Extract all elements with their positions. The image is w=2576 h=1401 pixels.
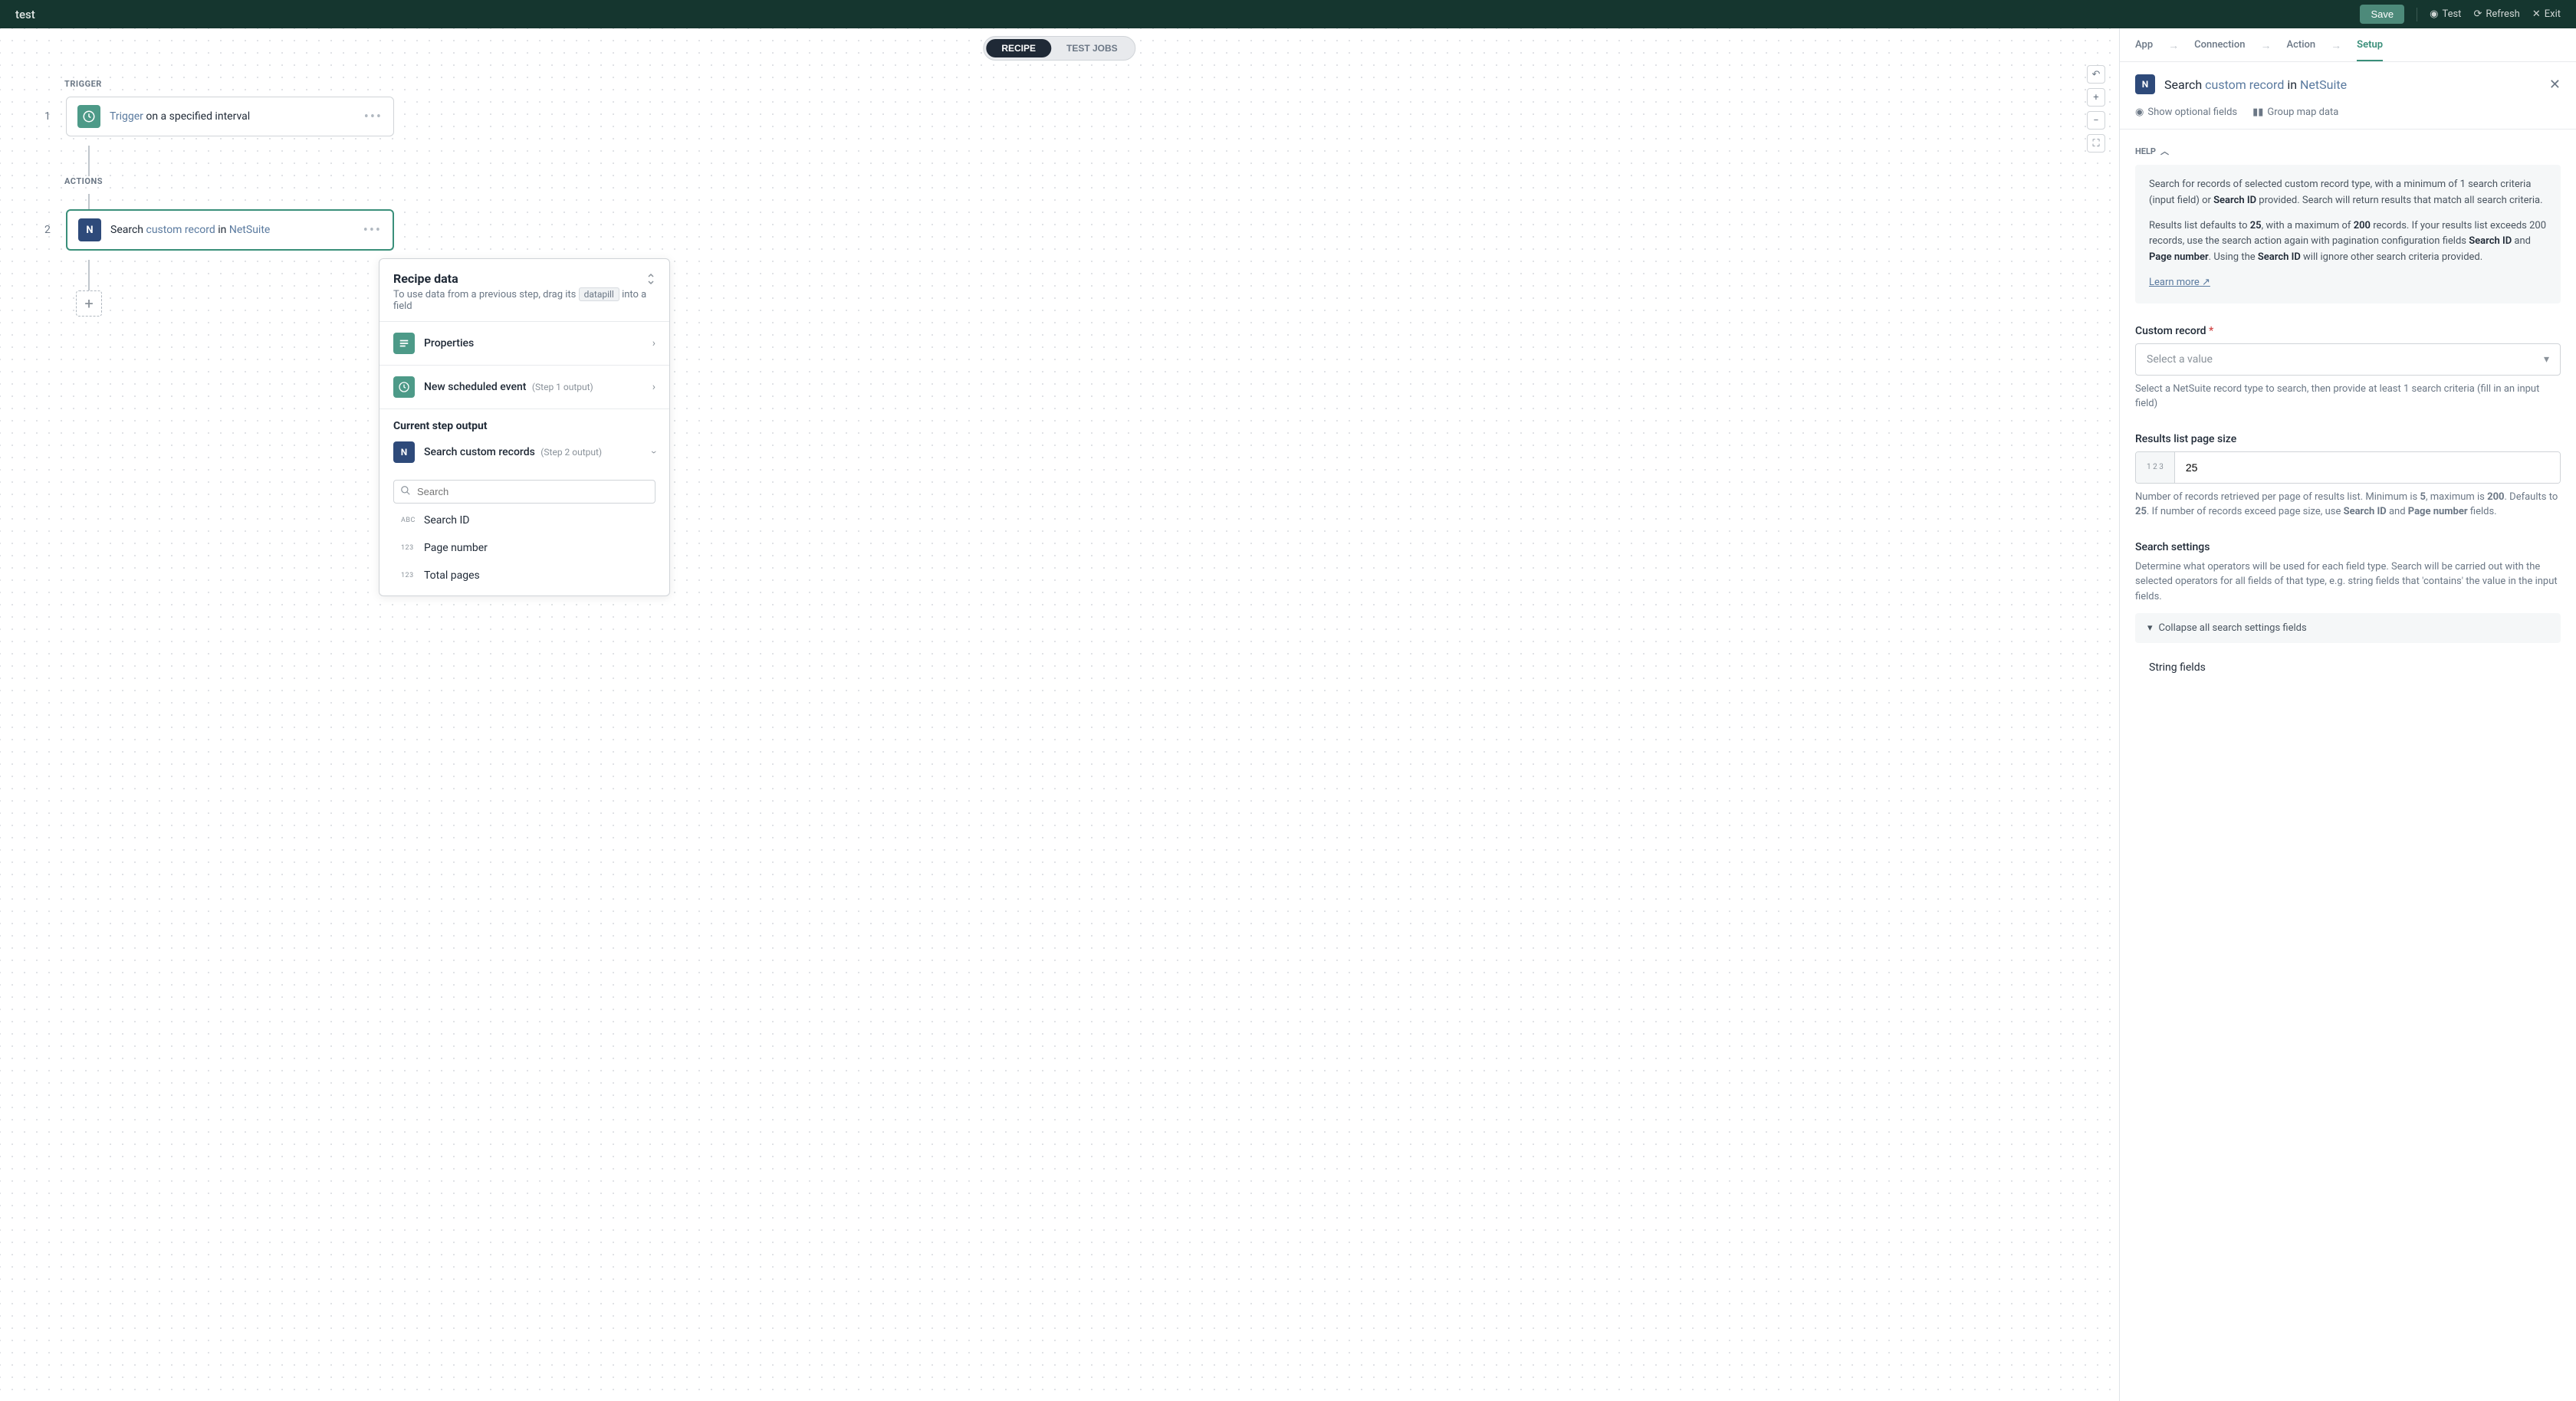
chevron-up-icon: ︿ [2160,145,2169,157]
trigger-label: TRIGGER [64,79,394,89]
tab-app[interactable]: App [2135,39,2153,61]
custom-record-select[interactable]: Select a value ▾ [2135,343,2561,376]
field-hint: Select a NetSuite record type to search,… [2135,382,2561,412]
type-badge: 123 [401,544,416,552]
refresh-icon: ⟳ [2473,8,2482,20]
undo-button[interactable]: ↶ [2087,65,2105,84]
field-hint: Determine what operators will be used fo… [2135,559,2561,605]
close-icon: ✕ [2532,8,2541,20]
step-number: 1 [44,110,51,123]
refresh-button[interactable]: ⟳ Refresh [2473,8,2519,20]
data-panel-sub: To use data from a previous step, drag i… [393,289,656,312]
properties-icon [393,333,415,354]
tab-test-jobs[interactable]: TEST JOBS [1051,39,1133,57]
search-icon [400,485,411,496]
datapill-label: datapill [579,287,619,301]
field-label: Custom record * [2135,325,2561,337]
test-button[interactable]: ◉ Test [2430,8,2461,20]
connector [88,194,90,209]
arrow-icon: → [2168,39,2179,61]
chevron-down-icon: ▾ [2147,622,2153,634]
eye-icon: ◉ [2135,107,2144,118]
help-text: Search for records of selected custom re… [2135,165,2561,303]
data-search-input[interactable] [393,480,656,504]
action-title: Search custom record in NetSuite [2164,77,2347,92]
clock-icon [77,105,100,128]
step-text: Trigger on a specified interval [110,110,355,123]
netsuite-icon: N [78,218,101,241]
field-hint: Number of records retrieved per page of … [2135,490,2561,520]
tab-action[interactable]: Action [2286,39,2315,61]
data-panel-title: Recipe data [393,271,656,286]
type-badge: 123 [401,572,416,579]
fit-button[interactable]: ⛶ [2087,134,2105,153]
field-label: Search settings [2135,541,2561,553]
chevron-down-icon: › [648,451,660,454]
datapill-search-id[interactable]: ABC Search ID [380,507,669,534]
field-label: Results list page size [2135,433,2561,445]
data-source-current[interactable]: N Search custom records (Step 2 output) … [380,438,669,474]
step-menu-icon[interactable]: ••• [363,222,382,238]
clock-icon [393,376,415,398]
group-map-button[interactable]: ▮▮ Group map data [2252,107,2338,118]
show-optional-button[interactable]: ◉ Show optional fields [2135,107,2237,118]
current-step-heading: Current step output [380,409,669,438]
recipe-data-panel: Recipe data To use data from a previous … [379,258,670,596]
view-tabs: RECIPE TEST JOBS [983,36,1135,61]
chevron-down-icon: ▾ [2544,353,2549,366]
collapse-search-settings[interactable]: ▾ Collapse all search settings fields [2135,613,2561,643]
type-badge: ABC [401,517,416,524]
datapill-page-number[interactable]: 123 Page number [380,534,669,562]
step-text: Search custom record in NetSuite [110,224,354,236]
tab-setup[interactable]: Setup [2357,39,2383,61]
number-badge: 1 2 3 [2136,452,2175,483]
collapse-icon[interactable] [646,273,656,285]
help-toggle[interactable]: HELP ︿ [2135,130,2561,165]
page-size-input[interactable] [2175,452,2560,483]
actions-label: ACTIONS [64,176,394,186]
connector [88,260,90,290]
data-item-label: Search custom records (Step 2 output) [424,446,602,458]
chevron-right-icon: › [652,337,656,349]
data-search [393,480,656,504]
zoom-in-button[interactable]: + [2087,88,2105,107]
datapill-total-pages[interactable]: 123 Total pages [380,562,669,596]
recipe-canvas[interactable]: RECIPE TEST JOBS ↶ + − ⛶ TRIGGER 1 Trigg… [0,28,2119,1401]
chevron-right-icon: › [652,381,656,393]
config-sidebar: App → Connection → Action → Setup N Sear… [2119,28,2576,1401]
arrow-icon: → [2331,39,2341,61]
dot-icon: ◉ [2430,8,2438,20]
learn-more-link[interactable]: Learn more ↗ [2149,277,2210,288]
netsuite-icon: N [2135,74,2155,94]
close-button[interactable]: ✕ [2549,77,2561,93]
map-icon: ▮▮ [2252,107,2263,118]
save-button[interactable]: Save [2360,5,2404,24]
add-step-button[interactable]: + [76,290,102,317]
page-title: test [15,8,35,21]
step-menu-icon[interactable]: ••• [364,109,383,125]
data-source-scheduled-event[interactable]: New scheduled event (Step 1 output) › [380,366,669,408]
tab-recipe[interactable]: RECIPE [986,39,1051,57]
data-item-label: Properties [424,337,474,349]
string-fields-label: String fields [2135,643,2561,678]
data-item-label: New scheduled event (Step 1 output) [424,381,593,393]
exit-button[interactable]: ✕ Exit [2532,8,2561,20]
data-source-properties[interactable]: Properties › [380,322,669,365]
step-trigger-card[interactable]: Trigger on a specified interval ••• [66,97,394,136]
tab-connection[interactable]: Connection [2194,39,2245,61]
netsuite-icon: N [393,441,415,463]
connector [88,146,90,176]
step-action-card[interactable]: N Search custom record in NetSuite ••• [66,209,394,251]
zoom-out-button[interactable]: − [2087,111,2105,130]
step-number: 2 [44,224,51,236]
arrow-icon: → [2260,39,2271,61]
